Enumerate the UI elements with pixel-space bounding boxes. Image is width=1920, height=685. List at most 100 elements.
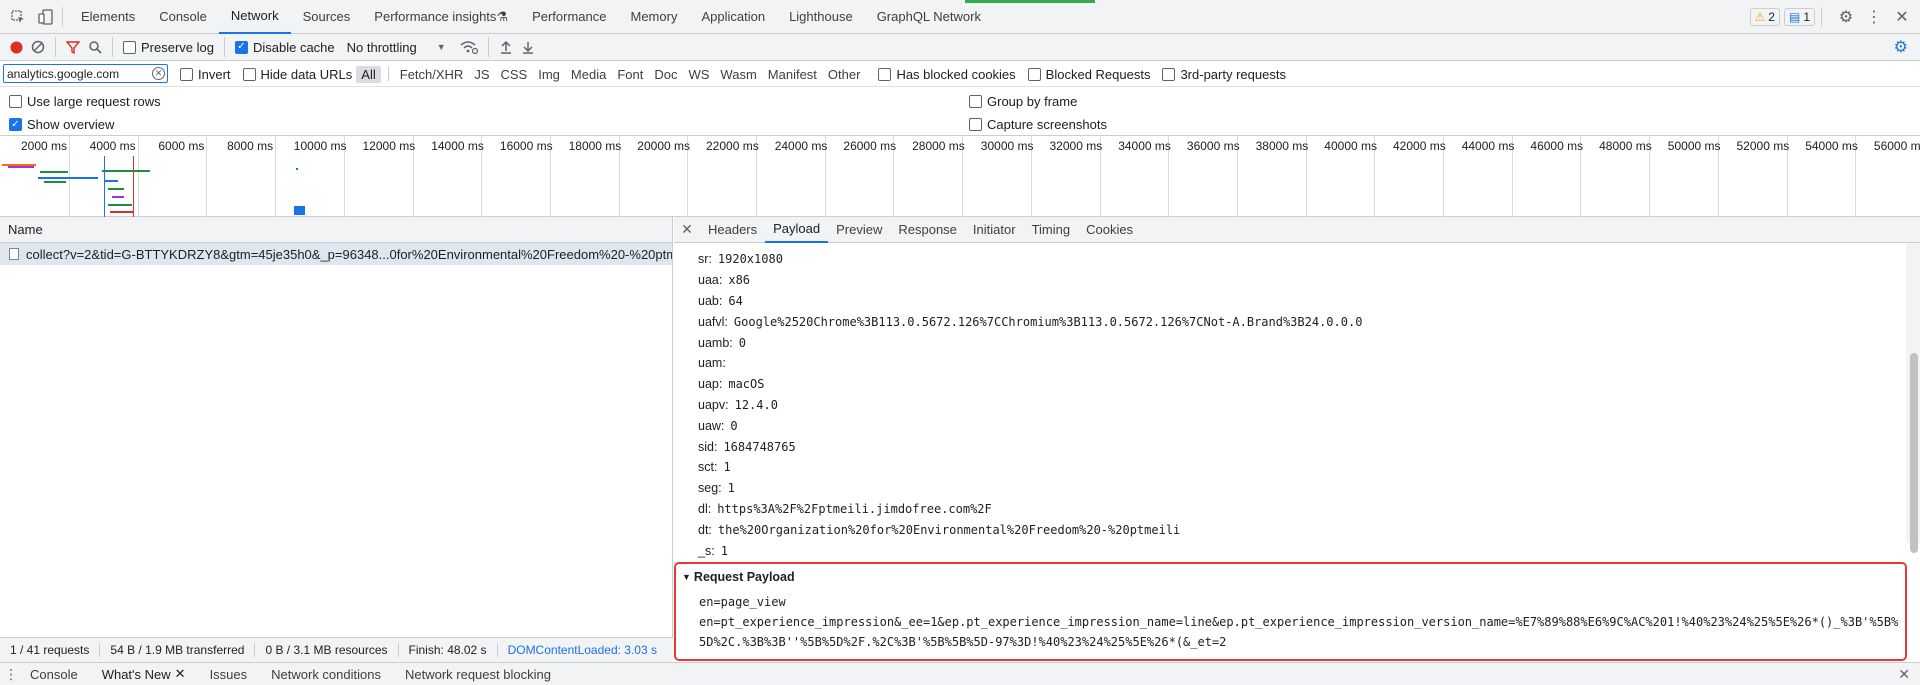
network-conditions-button[interactable] [456,34,482,61]
param-value: 0 [738,335,746,350]
param-row: sct: 1 [698,457,1362,478]
capture-screenshots-checkbox[interactable] [969,118,982,131]
name-column-header[interactable]: Name [0,217,672,243]
tab-elements[interactable]: Elements [69,0,147,33]
tab-label: Performance insights [374,9,497,24]
close-tab-icon[interactable]: ✕ [175,666,186,682]
third-party-checkbox[interactable] [1162,67,1176,81]
chevron-down-icon: ▼ [436,42,446,52]
detail-tab-headers[interactable]: Headers [700,217,765,243]
record-button[interactable] [0,34,27,61]
throttling-select[interactable]: No throttling ▼ [343,34,450,61]
device-toggle-icon[interactable] [36,7,56,27]
drawer-tabs: Console What's New ✕ Issues Network conditi… [18,663,563,685]
messages-count: 1 [1803,9,1810,24]
disable-cache-checkbox[interactable]: ✓ Disable cache [231,34,339,61]
capture-screenshots-setting[interactable]: Capture screenshots [969,114,1107,135]
param-key: uaa: [698,273,723,288]
detail-tab-payload[interactable]: Payload [765,217,829,243]
network-overview[interactable]: 2000 ms 4000 ms 6000 ms 8000 ms 10000 ms 1200… [0,135,1920,218]
tab-label: Sources [302,9,351,24]
show-overview-setting[interactable]: ✓ Show overview [9,114,114,135]
tab-console[interactable]: Console [147,0,219,33]
export-har-button[interactable] [517,34,539,61]
table-row[interactable]: collect?v=2&tid=G-BTTYKDRZY8&gtm=45je35h… [0,243,672,265]
tab-network[interactable]: Network [218,0,291,34]
filter-type-js[interactable]: JS [469,66,494,83]
overview-bar [112,196,124,198]
clear-button[interactable] [27,34,49,61]
gear-icon[interactable]: ⚙ [1836,7,1856,27]
clear-filter-icon[interactable]: ✕ [152,67,165,80]
detail-tab-timing[interactable]: Timing [1024,217,1079,243]
messages-badge[interactable]: ▤ 1 [1783,7,1815,26]
detail-tab-preview[interactable]: Preview [828,217,890,243]
filter-type-doc[interactable]: Doc [649,66,682,83]
drawer-tab-network-conditions[interactable]: Network conditions [259,663,393,685]
drawer-tab-network-request-blocking[interactable]: Network request blocking [393,663,563,685]
checkmark-icon[interactable]: ✓ [234,40,248,54]
large-rows-setting[interactable]: Use large request rows [9,88,161,114]
hide-data-urls-checkbox[interactable] [242,67,256,81]
tab-application[interactable]: Application [689,0,777,33]
param-key: uab: [698,293,723,308]
tab-sources[interactable]: Sources [291,0,363,33]
inspect-element-icon[interactable] [8,7,28,27]
download-icon [522,42,533,54]
param-value: 1 [727,481,735,496]
detail-tab-response[interactable]: Response [890,217,965,243]
close-devtools-icon[interactable]: ✕ [1892,7,1912,27]
filter-type-img[interactable]: Img [533,66,565,83]
tab-lighthouse[interactable]: Lighthouse [777,0,865,33]
filter-type-all[interactable]: All [356,65,381,83]
expand-triangle-icon[interactable]: ▼ [682,572,691,582]
overview-bar [108,188,124,190]
details-scrollbar[interactable] [1906,243,1920,553]
filter-type-font[interactable]: Font [612,66,648,83]
detail-tab-initiator[interactable]: Initiator [965,217,1024,243]
drawer-menu-icon[interactable]: ⋮ [4,666,18,683]
import-har-button[interactable] [495,34,517,61]
group-by-frame-setting[interactable]: Group by frame [969,88,1077,114]
overview-tick-label: 44000 ms [1461,139,1515,153]
has-blocked-cookies-checkbox[interactable] [878,67,892,81]
preserve-log-box[interactable] [123,40,136,54]
toolbar-separator [112,37,113,57]
drawer-tab-what-s-new[interactable]: What's New ✕ [90,663,198,685]
search-button[interactable] [84,34,106,61]
detail-tab-cookies[interactable]: Cookies [1078,217,1141,243]
close-drawer-icon[interactable]: ✕ [1898,666,1910,683]
drawer-tab-console[interactable]: Console [18,663,90,685]
tab-graphql-network[interactable]: GraphQL Network [865,0,993,33]
filter-toggle-button[interactable] [62,34,84,61]
param-key: uapv: [698,397,729,412]
tab-performance-insights[interactable]: Performance insights ⚗ [362,0,520,33]
group-by-frame-checkbox[interactable] [969,94,982,108]
blocked-requests-checkbox[interactable] [1027,67,1041,81]
overview-tick-label: 28000 ms [912,139,965,153]
tab-performance[interactable]: Performance [520,0,618,33]
more-options-icon[interactable]: ⋮ [1864,7,1884,27]
query-params: sr: 1920x1080 uaa: x86 uab: 64 uafvl: Google%25… [698,249,1362,561]
filter-input[interactable] [3,64,168,83]
filter-type-other[interactable]: Other [823,66,866,83]
request-payload-header[interactable]: ▼ Request Payload [682,570,795,584]
filter-type-ws[interactable]: WS [683,66,714,83]
filter-type-manifest[interactable]: Manifest [763,66,822,83]
drawer-tab-issues[interactable]: Issues [198,663,260,685]
large-rows-checkbox[interactable] [9,94,22,108]
scrollbar-thumb[interactable] [1910,353,1918,553]
filter-type-css[interactable]: CSS [496,66,533,83]
invert-checkbox[interactable] [180,67,193,81]
overview-bar [8,166,34,168]
close-details-icon[interactable]: ✕ [674,221,700,238]
show-overview-checkbox[interactable]: ✓ [9,118,22,131]
filter-type-wasm[interactable]: Wasm [715,66,761,83]
tab-memory[interactable]: Memory [619,0,690,33]
filter-type-media[interactable]: Media [566,66,611,83]
details-tab-list: Headers Payload Preview Response Initiator Ti… [700,217,1141,243]
filter-type-fetch-xhr[interactable]: Fetch/XHR [395,66,469,83]
preserve-log-checkbox[interactable]: Preserve log [119,34,218,61]
network-settings-gear-icon[interactable]: ⚙ [1890,34,1912,61]
warnings-badge[interactable]: ⚠ 2 [1749,7,1780,26]
